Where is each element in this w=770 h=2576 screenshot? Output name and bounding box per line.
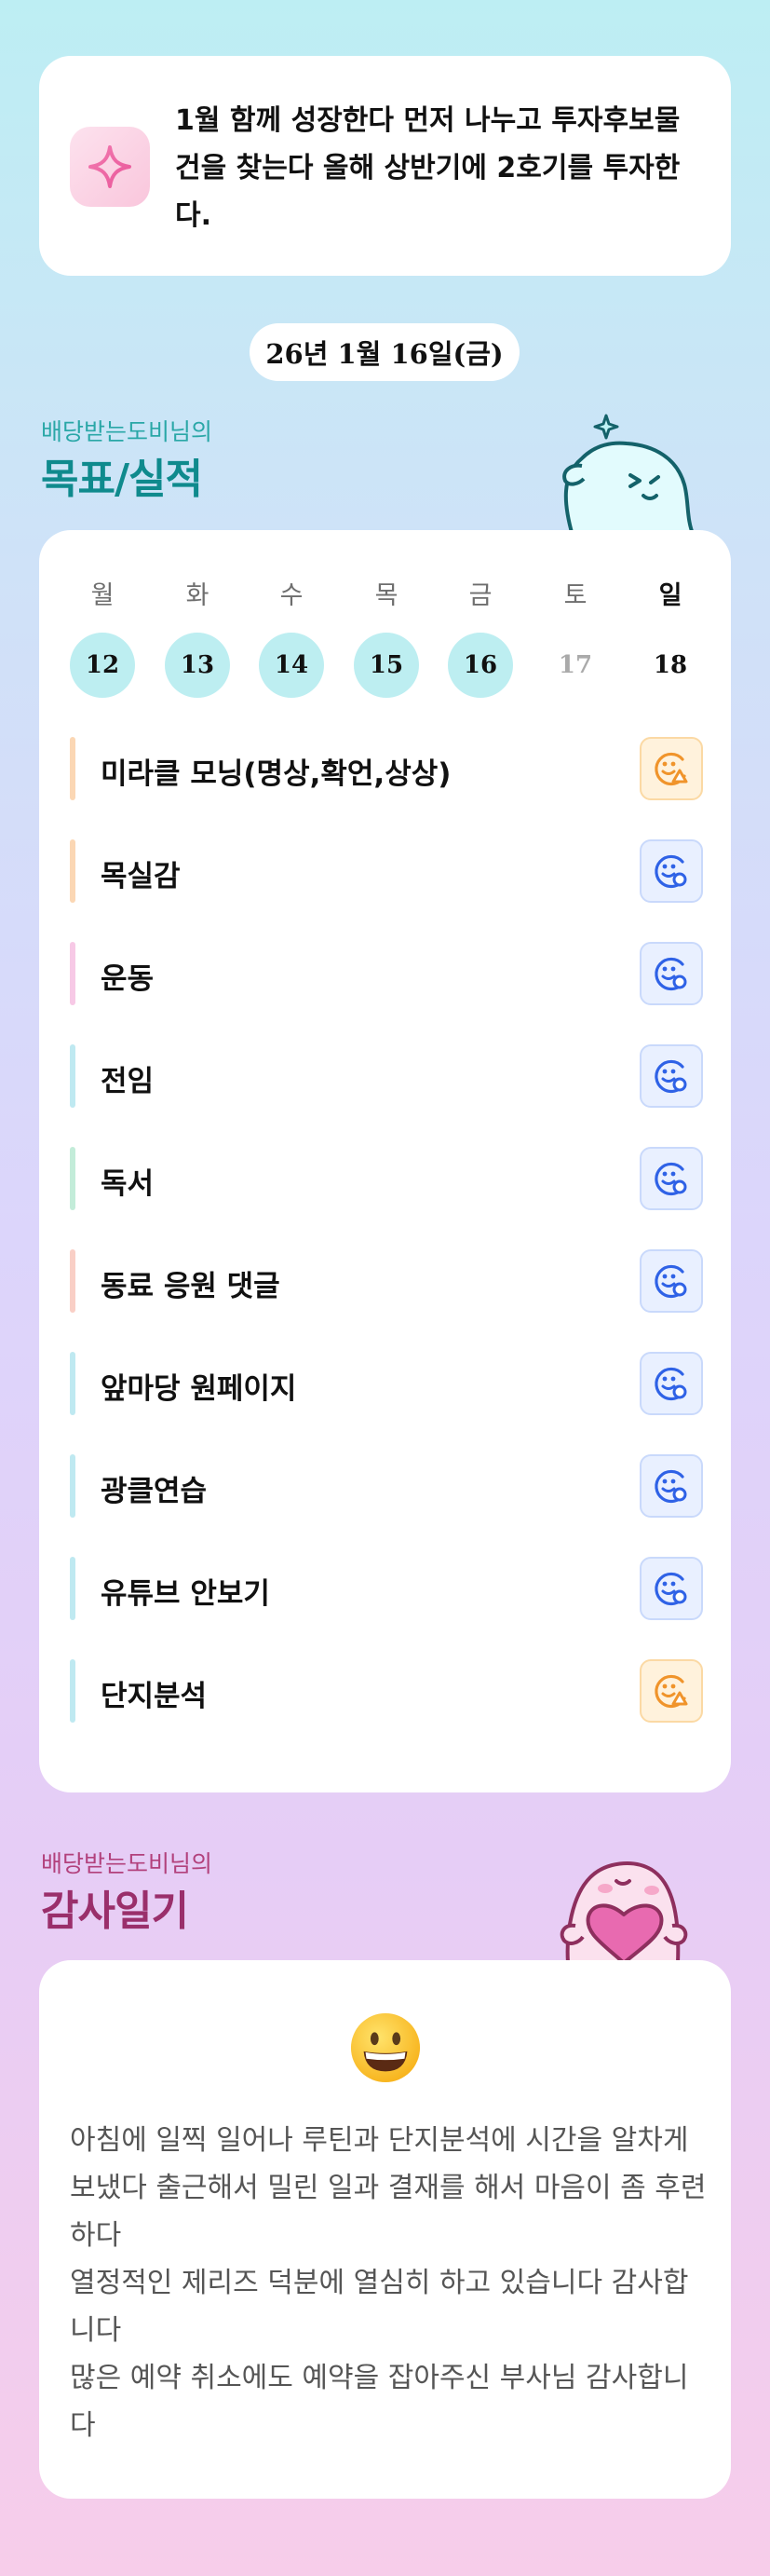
routine-label: 동료 응원 댓글 [101, 1270, 280, 1303]
routine-color-bar [70, 942, 75, 1005]
routine-section-title: 목표/실적 [41, 456, 203, 503]
gratitude-line: 아침에 일찍 일어나 루틴과 단지분석에 시간을 알차게 보냈다 출근해서 밀린… [70, 2124, 707, 2252]
weekday-label: 토 [563, 581, 588, 610]
routine-label: 앞마당 원페이지 [101, 1372, 297, 1406]
face-check-icon [655, 1367, 687, 1401]
weekday-label: 월 [90, 581, 115, 610]
routine-color-bar [70, 1454, 75, 1518]
face-warning-icon [655, 1674, 688, 1709]
routine-status-button[interactable] [640, 1147, 703, 1210]
routine-status-button[interactable] [640, 1044, 703, 1108]
face-check-icon [655, 1572, 687, 1606]
day-16[interactable]: 16 [448, 633, 513, 698]
routine-label: 광클연습 [101, 1475, 208, 1508]
weekday-row: 월 화 수 목 금 토 일 [70, 575, 703, 612]
face-check-icon [655, 1162, 687, 1196]
routine-item[interactable]: 동료 응원 댓글 [70, 1249, 703, 1313]
weekday-label: 금 [468, 581, 493, 610]
gratitude-line: 많은 예약 취소에도 예약을 잡아주신 부사님 감사합니다 [70, 2362, 689, 2442]
routine-status-button[interactable] [640, 1249, 703, 1313]
routine-item[interactable]: 유튜브 안보기 [70, 1557, 703, 1620]
face-check-icon [655, 1264, 687, 1299]
goal-card[interactable]: 1월 함께 성장한다 먼저 나누고 투자후보물건을 찾는다 올해 상반기에 2호… [39, 56, 731, 276]
routine-color-bar [70, 1249, 75, 1313]
routine-label: 유튜브 안보기 [101, 1577, 270, 1611]
weekday-label-today: 일 [658, 581, 682, 610]
routine-label: 운동 [101, 962, 155, 996]
routine-item[interactable]: 운동 [70, 942, 703, 1005]
date-label[interactable]: 26년 1월 16일(금) [250, 323, 520, 381]
routine-section-subtitle: 배당받는도비님의 [41, 418, 213, 445]
gratitude-section-title: 감사일기 [41, 1888, 189, 1935]
routine-color-bar [70, 1352, 75, 1415]
routine-status-button[interactable] [640, 1557, 703, 1620]
gratitude-text: 아침에 일찍 일어나 루틴과 단지분석에 시간을 알차게 보냈다 출근해서 밀린… [70, 2117, 712, 2449]
routine-color-bar [70, 1147, 75, 1210]
routine-status-button[interactable] [640, 1352, 703, 1415]
routine-status-button[interactable] [640, 839, 703, 903]
face-warning-icon [655, 752, 688, 786]
day-13[interactable]: 13 [165, 633, 230, 698]
routine-item[interactable]: 광클연습 [70, 1454, 703, 1518]
gratitude-line: 열정적인 제리즈 덕분에 열심히 하고 있습니다 감사합니다 [70, 2267, 689, 2347]
routine-status-button[interactable] [640, 1659, 703, 1723]
routine-label: 전임 [101, 1065, 155, 1098]
routine-card: 월 화 수 목 금 토 일 12 13 14 15 16 17 18 미라클 모… [39, 530, 731, 1792]
routine-color-bar [70, 1044, 75, 1108]
face-check-icon [655, 854, 687, 889]
routine-item[interactable]: 미라클 모닝(명상,확언,상상) [70, 737, 703, 800]
routine-status-button[interactable] [640, 942, 703, 1005]
gratitude-card[interactable]: 아침에 일찍 일어나 루틴과 단지분석에 시간을 알차게 보냈다 출근해서 밀린… [39, 1960, 731, 2499]
day-row: 12 13 14 15 16 17 18 [70, 633, 703, 698]
routine-status-button[interactable] [640, 1454, 703, 1518]
mascot-heart-illustration [560, 1861, 688, 1963]
routine-status-button[interactable] [640, 737, 703, 800]
day-17[interactable]: 17 [543, 633, 608, 698]
weekday-label: 수 [279, 581, 304, 610]
routine-label: 단지분석 [101, 1680, 208, 1713]
day-18[interactable]: 18 [638, 633, 703, 698]
face-check-icon [655, 957, 687, 991]
face-check-icon [655, 1059, 687, 1094]
weekday-label: 목 [374, 581, 399, 610]
routine-label: 목실감 [101, 860, 181, 893]
goal-text: 1월 함께 성장한다 먼저 나누고 투자후보물건을 찾는다 올해 상반기에 2호… [175, 104, 681, 232]
routine-item[interactable]: 단지분석 [70, 1659, 703, 1723]
sparkle-icon [70, 127, 150, 207]
routine-color-bar [70, 1659, 75, 1723]
routine-label: 독서 [101, 1167, 155, 1201]
day-14[interactable]: 14 [259, 633, 324, 698]
routine-color-bar [70, 1557, 75, 1620]
gratitude-section-subtitle: 배당받는도비님의 [41, 1850, 213, 1877]
face-check-icon [655, 1469, 687, 1504]
routine-item[interactable]: 목실감 [70, 839, 703, 903]
mascot-ghost-illustration [562, 414, 696, 536]
grinning-face-icon [350, 2012, 421, 2083]
routine-item[interactable]: 전임 [70, 1044, 703, 1108]
routine-color-bar [70, 737, 75, 800]
routine-item[interactable]: 독서 [70, 1147, 703, 1210]
weekday-label: 화 [185, 581, 209, 610]
day-15[interactable]: 15 [354, 633, 419, 698]
routine-color-bar [70, 839, 75, 903]
routine-item[interactable]: 앞마당 원페이지 [70, 1352, 703, 1415]
routine-label: 미라클 모닝(명상,확언,상상) [101, 757, 452, 791]
day-12[interactable]: 12 [70, 633, 135, 698]
